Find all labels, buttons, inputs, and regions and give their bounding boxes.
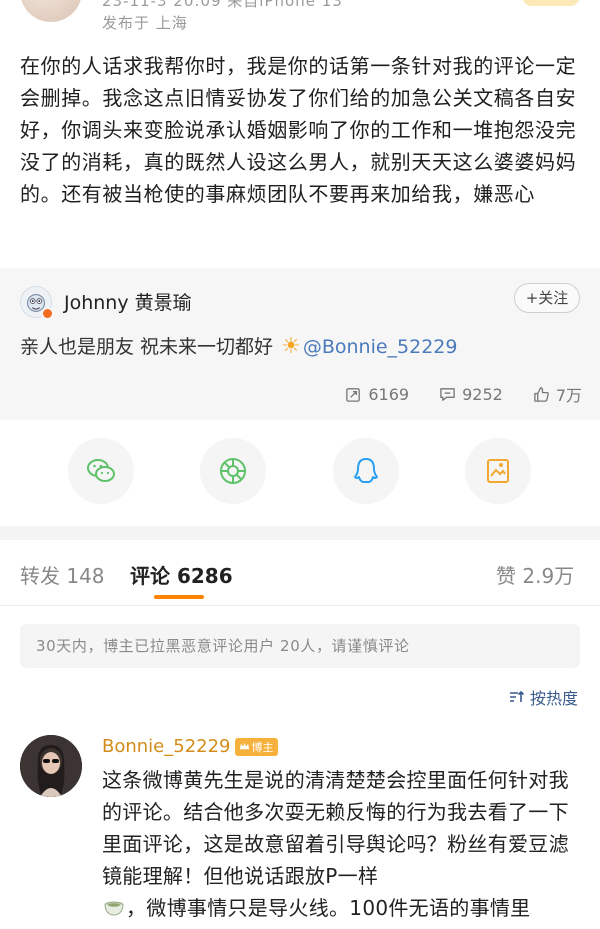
repost-stats: 6169 9252 7万: [345, 382, 582, 406]
comment-text: 这条微博黄先生是说的清清楚楚会控里面任何针对我的评论。结合他多次耍无赖反悔的行为…: [102, 764, 580, 924]
active-tab-indicator: [154, 595, 204, 599]
repost-card[interactable]: Johnny 黄景瑜 +关注 亲人也是朋友 祝未来一切都好 ☀ @Bonnie_5…: [0, 268, 600, 420]
tab-bar: 转发 148 评论 6286 赞 2.9万: [0, 540, 600, 606]
like-count-button[interactable]: 7万: [533, 382, 582, 406]
tab-reposts[interactable]: 转发 148: [20, 560, 105, 589]
comment-count: 9252: [462, 384, 503, 404]
tab-comments[interactable]: 评论 6286: [130, 560, 233, 589]
tab-likes[interactable]: 赞 2.9万: [496, 560, 574, 589]
post-header: 23-11-3 20:09 来自iPhone 13 发布于 上海: [0, 0, 600, 42]
comment-count-button[interactable]: 9252: [439, 382, 503, 406]
moments-icon: [220, 458, 246, 484]
share-wechat-button[interactable]: [68, 438, 134, 504]
comment-text-part1: 这条微博黄先生是说的清清楚楚会控里面任何针对我的评论。结合他多次耍无赖反悔的行为…: [102, 768, 569, 888]
tea-icon: [104, 901, 124, 916]
save-image-button[interactable]: [465, 438, 531, 504]
comment-text-part2: ，微博事情只是导火线。100件无语的事情里: [126, 896, 531, 920]
divider: [0, 526, 600, 540]
verified-icon: [41, 307, 54, 320]
crown-icon: [239, 742, 249, 750]
share-qq-button[interactable]: [333, 438, 399, 504]
post-meta-location: 发布于 上海: [102, 14, 188, 32]
qq-icon: [354, 458, 378, 483]
post-body: 在你的人话求我帮你时，我是你的话第一条针对我的评论一定会删掉。我念这点旧情妥协发…: [20, 54, 577, 206]
save-image-icon: [487, 459, 509, 483]
follow-button[interactable]: +关注: [514, 283, 580, 313]
profile-photo: [20, 735, 82, 797]
repost-count: 6169: [368, 384, 410, 404]
repost-author-name[interactable]: Johnny 黄景瑜: [64, 288, 192, 315]
wechat-icon: [87, 459, 115, 482]
repost-count-button[interactable]: 6169: [345, 382, 409, 406]
repost-text: 亲人也是朋友 祝未来一切都好 ☀ @Bonnie_52229: [20, 332, 457, 359]
comment-author-name: Bonnie_52229: [102, 736, 231, 757]
sun-icon: ☀: [281, 334, 301, 359]
thumbs-up-icon: [534, 386, 549, 402]
share-row: [0, 420, 600, 526]
sort-button[interactable]: 按热度: [507, 685, 578, 709]
mention-link[interactable]: @Bonnie_52229: [303, 336, 458, 358]
block-notice: 30天内，博主已拉黑恶意评论用户 20人，请谨慎评论: [20, 624, 580, 668]
sort-icon: [509, 690, 525, 702]
author-badge-label: 博主: [251, 740, 274, 754]
comment-author[interactable]: Bonnie_52229 博主: [102, 736, 278, 757]
share-moments-button[interactable]: [200, 438, 266, 504]
post-meta-time: 23-11-3 20:09 来自iPhone 13: [102, 0, 343, 10]
avatar[interactable]: [20, 0, 82, 22]
author-badge: 博主: [234, 737, 278, 756]
avatar[interactable]: [20, 286, 54, 320]
repost-text-body: 亲人也是朋友 祝未来一切都好: [20, 336, 274, 358]
avatar[interactable]: [20, 735, 82, 797]
user-badge: [522, 0, 580, 6]
comment-icon: [440, 387, 455, 401]
like-count: 7万: [555, 386, 582, 405]
repost-icon: [346, 387, 361, 402]
sort-label: 按热度: [529, 689, 578, 708]
